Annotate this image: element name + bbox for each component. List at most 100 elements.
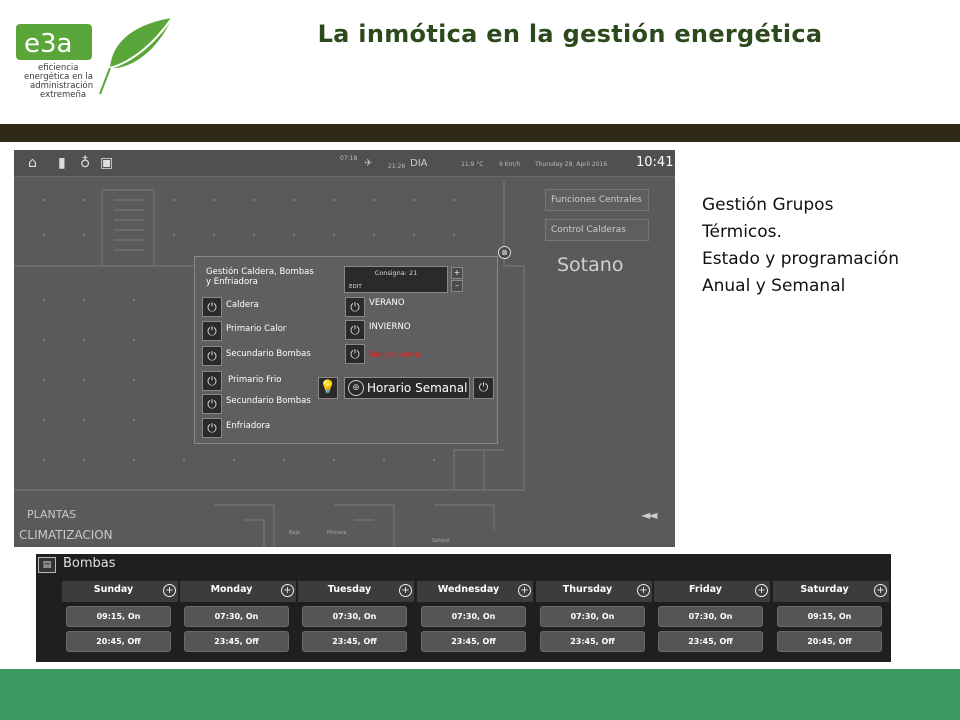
hmi-top-bar: ⌂ ▮ ♁ ▣ 07:18 21:26 ✈ DIA 11.9 °C 9 Km/h… [14, 150, 675, 177]
power-verano-button[interactable]: ⏻ [345, 297, 365, 317]
floor-label-sotano[interactable]: Sotano [432, 538, 450, 544]
schedule-slot[interactable]: 07:30, On [658, 606, 763, 627]
increase-button[interactable]: + [451, 267, 463, 279]
control-calderas-button[interactable]: Control Calderas [545, 219, 649, 241]
edit-label[interactable]: EDIT [349, 284, 362, 290]
day-column-monday: Monday + 07:30, On 23:45, Off [180, 581, 297, 662]
area-label: Sotano [557, 254, 624, 276]
funciones-centrales-button[interactable]: Funciones Centrales [545, 189, 649, 211]
schedule-slot[interactable]: 20:45, Off [66, 631, 171, 652]
dialog-title-line-1: Gestión Caldera, Bombas [206, 267, 314, 277]
plane-icon: ✈ [364, 158, 373, 169]
add-slot-icon[interactable]: + [637, 584, 650, 597]
schedule-slot[interactable]: 09:15, On [66, 606, 171, 627]
schedule-slot[interactable]: 23:45, Off [421, 631, 526, 652]
day-name: Wednesday [437, 584, 500, 595]
floor-label-primera[interactable]: Primera [327, 530, 346, 536]
header-divider-band [0, 124, 960, 142]
power-primario-frio-button[interactable]: ⏻ [202, 371, 222, 391]
day-header: Saturday + [773, 581, 890, 602]
schedule-slot[interactable]: 23:45, Off [540, 631, 645, 652]
day-name: Saturday [800, 584, 849, 595]
scheduler-icon[interactable]: ▤ [38, 557, 56, 573]
schedule-slot[interactable]: 09:15, On [777, 606, 882, 627]
decrease-button[interactable]: – [451, 280, 463, 292]
schedule-slot[interactable]: 07:30, On [421, 606, 526, 627]
dialog-title: Gestión Caldera, Bombas y Enfriadora [206, 267, 336, 287]
door-icon[interactable]: ▮ [58, 155, 66, 171]
day-header: Sunday + [62, 581, 179, 602]
day-column-thursday: Thursday + 07:30, On 23:45, Off [536, 581, 653, 662]
schedule-slot[interactable]: 07:30, On [540, 606, 645, 627]
schedule-slot[interactable]: 23:45, Off [184, 631, 289, 652]
day-header: Monday + [180, 581, 297, 602]
scheduler-title: Bombas [63, 556, 116, 571]
e3a-logo: e3a eficiencia energética en la administ… [14, 14, 184, 102]
horario-semanal-label: Horario Semanal [367, 381, 468, 395]
add-slot-icon[interactable]: + [755, 584, 768, 597]
caldera-dialog: Gestión Caldera, Bombas y Enfriadora ⏻ C… [194, 256, 498, 444]
day-name: Monday [210, 584, 253, 595]
schedule-slot[interactable]: 07:30, On [184, 606, 289, 627]
power-enfriadora-button[interactable]: ⏻ [202, 418, 222, 438]
add-slot-icon[interactable]: + [874, 584, 887, 597]
secundario-bombas-2-label: Secundario Bombas [226, 396, 311, 406]
primario-frio-label: Primario Frio [228, 375, 282, 385]
current-date: Thursday 28. April 2016 [535, 161, 608, 168]
climatizacion-menu[interactable]: CLIMATIZACION [19, 528, 113, 542]
power-secundario-bombas-2-button[interactable]: ⏻ [202, 394, 222, 414]
power-secundario-bombas-1-button[interactable]: ⏻ [202, 346, 222, 366]
description-line-1: Gestión Grupos [702, 195, 834, 215]
sunset-time: 21:26 [388, 163, 406, 170]
day-name: Sunday [93, 584, 134, 595]
power-caldera-button[interactable]: ⏻ [202, 297, 222, 317]
description-line-3: Estado y programación [702, 249, 899, 269]
day-name: Friday [689, 584, 722, 595]
footer-band [0, 669, 960, 720]
schedule-slot[interactable]: 23:45, Off [302, 631, 407, 652]
enfriadora-label: Enfriadora [226, 421, 271, 431]
schedule-slot[interactable]: 07:30, On [302, 606, 407, 627]
caldera-label: Caldera [226, 300, 259, 310]
day-column-saturday: Saturday + 09:15, On 20:45, Off [773, 581, 890, 662]
logo-subtext-4: extremeña [40, 90, 86, 100]
lightbulb-icon[interactable]: ♁ [80, 155, 90, 171]
power-primario-calor-button[interactable]: ⏻ [202, 321, 222, 341]
description-text: Gestión Grupos Térmicos. Estado y progra… [702, 192, 952, 300]
home-icon[interactable]: ⌂ [28, 155, 37, 171]
bombas-scheduler: ▤ Bombas Sunday + 09:15, On 20:45, Off M… [36, 554, 891, 662]
sunrise-time: 07:18 [340, 155, 358, 162]
modo-invierno-status: Modo Invierno [369, 350, 423, 359]
description-line-2: Térmicos. [702, 222, 782, 242]
power-invierno-button[interactable]: ⏻ [345, 320, 365, 340]
verano-label: VERANO [369, 298, 405, 308]
schedule-slot[interactable]: 23:45, Off [658, 631, 763, 652]
dialog-title-line-2: y Enfriadora [206, 277, 258, 287]
close-icon[interactable]: ⊗ [498, 246, 511, 259]
add-slot-icon[interactable]: + [163, 584, 176, 597]
schedule-slot[interactable]: 20:45, Off [777, 631, 882, 652]
consigna-display[interactable]: Consigna: 21 EDIT [344, 266, 448, 293]
day-column-wednesday: Wednesday + 07:30, On 23:45, Off [417, 581, 534, 662]
add-slot-icon[interactable]: + [518, 584, 531, 597]
temperature: 11.9 °C [461, 161, 484, 168]
horario-semanal-button[interactable]: ⊕ Horario Semanal [344, 377, 470, 399]
svg-text:e3a: e3a [24, 29, 72, 59]
day-header: Friday + [654, 581, 771, 602]
plantas-menu[interactable]: PLANTAS [27, 508, 76, 521]
schedule-icon: ⊕ [348, 380, 364, 396]
settings-icon[interactable]: ▣ [100, 155, 113, 171]
day-column-tuesday: Tuesday + 07:30, On 23:45, Off [298, 581, 415, 662]
power-horario-button[interactable]: ⏻ [473, 377, 494, 399]
add-slot-icon[interactable]: + [399, 584, 412, 597]
invierno-label: INVIERNO [369, 322, 411, 332]
rewind-icon[interactable]: ◄◄ [641, 508, 658, 522]
day-header: Thursday + [536, 581, 653, 602]
add-slot-icon[interactable]: + [281, 584, 294, 597]
slide-title: La inmótica en la gestión energética [317, 20, 823, 48]
day-header: Wednesday + [417, 581, 534, 602]
day-name: Thursday [562, 584, 613, 595]
floor-label-baja[interactable]: Baja [289, 530, 300, 536]
power-modo-button[interactable]: ⏻ [345, 344, 365, 364]
lightbulb-icon[interactable]: 💡 [318, 377, 338, 399]
